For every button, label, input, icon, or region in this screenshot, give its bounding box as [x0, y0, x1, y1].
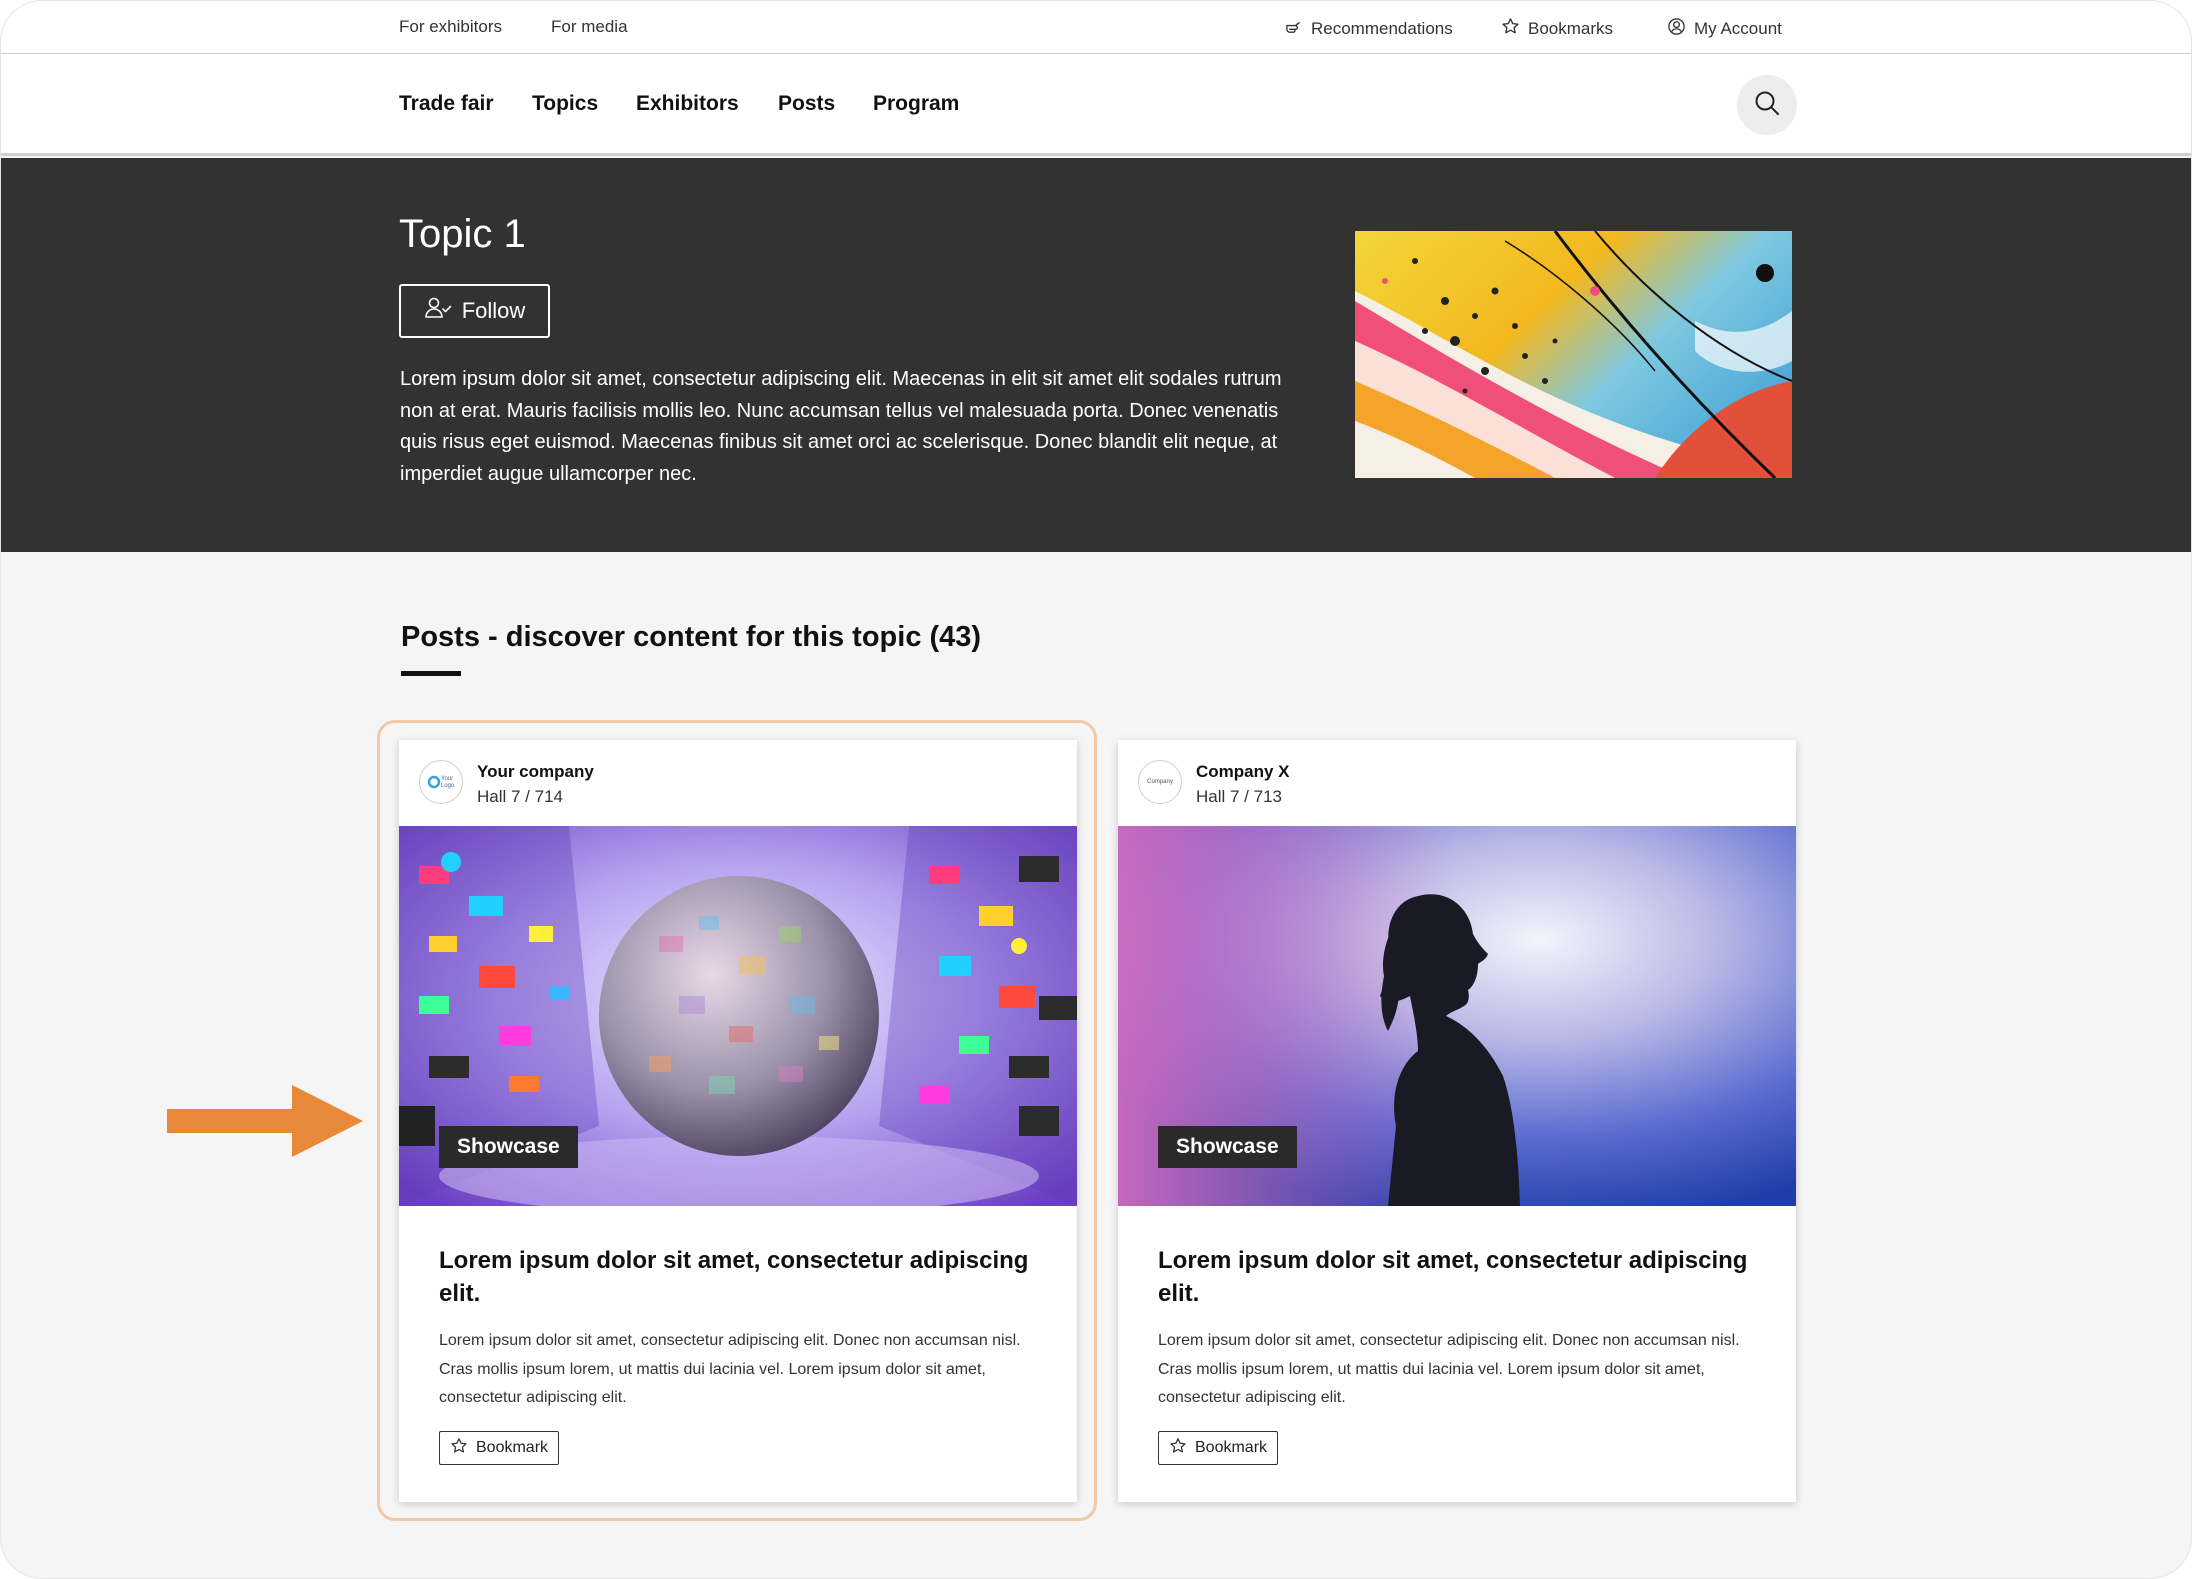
showcase-badge: Showcase — [439, 1126, 578, 1168]
my-account-label: My Account — [1694, 19, 1782, 38]
nav-item-exhibitors[interactable]: Exhibitors — [636, 92, 739, 116]
star-icon — [1501, 17, 1520, 41]
for-exhibitors-link[interactable]: For exhibitors — [399, 17, 502, 37]
post-card[interactable]: Company Company X Hall 7 / 713 Showcase … — [1118, 740, 1796, 1502]
star-icon — [1169, 1437, 1187, 1460]
card-header: Company Company X Hall 7 / 713 — [1118, 740, 1796, 826]
bookmark-button[interactable]: Bookmark — [439, 1431, 560, 1465]
nav-item-program[interactable]: Program — [873, 92, 959, 116]
company-logo: Your Logo — [419, 760, 463, 804]
bookmarks-label: Bookmarks — [1528, 19, 1614, 38]
company-logo: Company — [1138, 760, 1182, 804]
for-exhibitors-label: For exhibitors — [399, 17, 502, 36]
card-header: Your Logo Your company Hall 7 / 714 — [399, 740, 1077, 826]
for-media-link[interactable]: For media — [551, 17, 628, 37]
search-icon — [1753, 89, 1781, 122]
user-follow-icon — [424, 296, 452, 326]
topic-description: Lorem ipsum dolor sit amet, consectetur … — [400, 368, 1282, 485]
company-logo-text: Company — [1147, 779, 1173, 785]
pointing-hand-icon — [1284, 17, 1303, 41]
star-icon — [450, 1437, 468, 1460]
company-name[interactable]: Your company — [477, 762, 594, 782]
post-title[interactable]: Lorem ipsum dolor sit amet, consectetur … — [1158, 1244, 1758, 1310]
my-account-link[interactable]: My Account — [1667, 17, 1782, 41]
search-button[interactable] — [1737, 75, 1797, 135]
recommendations-link[interactable]: Recommendations — [1284, 17, 1453, 41]
bookmark-label: Bookmark — [476, 1439, 549, 1456]
company-hall: Hall 7 / 713 — [1196, 787, 1282, 806]
user-circle-icon — [1667, 17, 1686, 41]
utility-bar: For exhibitors For media Recommendations… — [1, 1, 2191, 54]
bookmark-label: Bookmark — [1195, 1439, 1268, 1456]
nav-item-posts[interactable]: Posts — [778, 92, 835, 116]
post-excerpt: Lorem ipsum dolor sit amet, consectetur … — [1158, 1332, 1740, 1406]
nav-item-trade-fair[interactable]: Trade fair — [399, 92, 494, 116]
bookmarks-link[interactable]: Bookmarks — [1501, 17, 1613, 41]
company-hall: Hall 7 / 714 — [477, 787, 563, 806]
main-navigation: Trade fair Topics Exhibitors Posts Progr… — [1, 54, 2191, 156]
topic-hero: Topic 1 Follow Lorem ipsum dolor sit ame… — [1, 158, 2191, 552]
post-excerpt: Lorem ipsum dolor sit amet, consectetur … — [439, 1332, 1021, 1406]
annotation-arrow-icon — [167, 1085, 363, 1157]
follow-label: Follow — [461, 298, 526, 323]
page-frame: For exhibitors For media Recommendations… — [0, 0, 2192, 1579]
topic-title: Topic 1 — [399, 212, 526, 256]
post-image[interactable]: Showcase — [399, 826, 1077, 1206]
for-media-label: For media — [551, 17, 628, 36]
nav-item-topics[interactable]: Topics — [532, 92, 598, 116]
company-name[interactable]: Company X — [1196, 762, 1290, 782]
showcase-badge: Showcase — [1158, 1126, 1297, 1168]
bookmark-button[interactable]: Bookmark — [1158, 1431, 1279, 1465]
post-image[interactable]: Showcase — [1118, 826, 1796, 1206]
section-underline — [401, 671, 461, 676]
recommendations-label: Recommendations — [1311, 19, 1453, 38]
post-card[interactable]: Your Logo Your company Hall 7 / 714 Show… — [399, 740, 1077, 1502]
company-logo-text: Your Logo — [441, 776, 455, 789]
post-title[interactable]: Lorem ipsum dolor sit amet, consectetur … — [439, 1244, 1039, 1310]
topic-hero-image — [1355, 231, 1792, 478]
follow-button[interactable]: Follow — [399, 284, 550, 338]
posts-section-title: Posts - discover content for this topic … — [401, 621, 982, 653]
